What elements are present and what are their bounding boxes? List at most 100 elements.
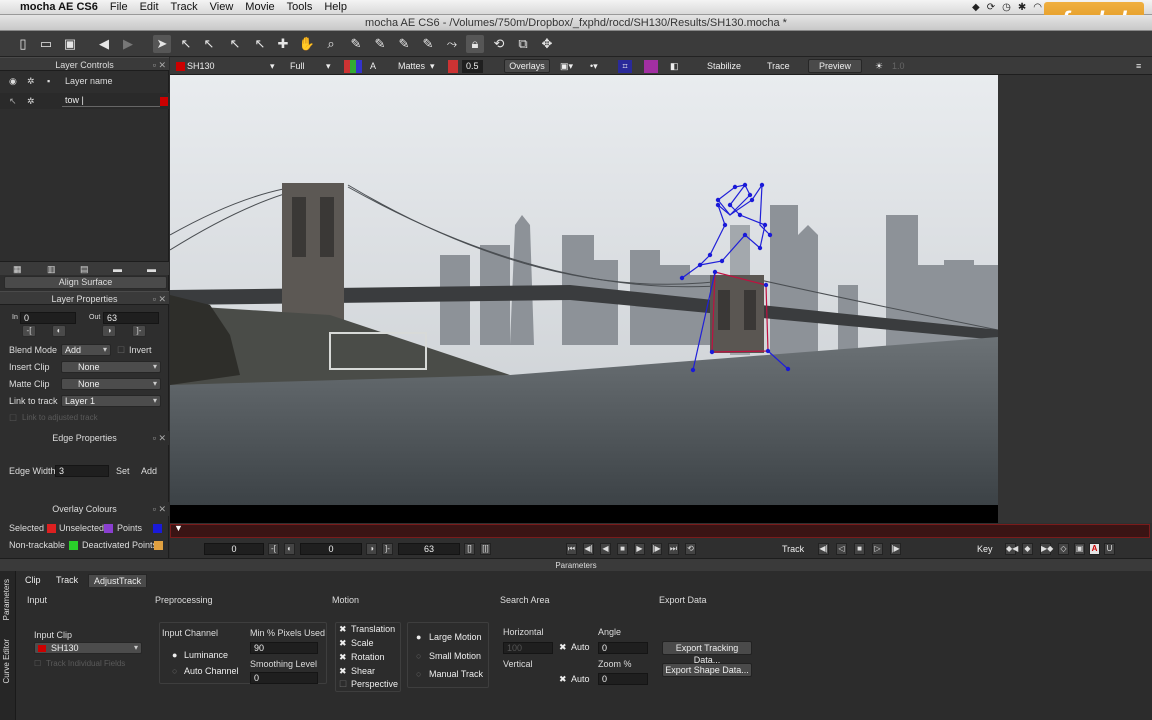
deactivated-color-swatch[interactable] — [154, 541, 163, 550]
bluetooth-icon[interactable]: ✱ — [1018, 2, 1026, 13]
overlay-options-icon[interactable]: ▣▾ — [560, 60, 573, 73]
set-in-icon[interactable]: -[ — [268, 543, 279, 555]
menu-track[interactable]: Track — [165, 1, 204, 13]
tab-clip[interactable]: Clip — [20, 574, 46, 587]
input-clip-select[interactable]: SH130 — [34, 642, 142, 654]
viewer[interactable] — [170, 75, 1152, 523]
delete-key-icon[interactable]: ◇ — [1058, 543, 1069, 555]
lock-icon[interactable]: ▪ — [47, 76, 50, 86]
invert-checkbox[interactable]: ☐ — [117, 345, 125, 356]
track-fields-checkbox[interactable]: ☐ — [34, 659, 41, 668]
min-pixels-field[interactable]: 90 — [250, 642, 318, 654]
reset-timeline-icon[interactable]: [|] — [480, 543, 491, 555]
trace-button[interactable]: Trace — [767, 60, 790, 73]
track-back-one-icon[interactable]: ◁ — [836, 543, 847, 555]
layer-name-field[interactable]: tow | — [62, 95, 160, 107]
add-bspline-tool-icon[interactable]: ✎ — [419, 35, 437, 53]
shear-checkbox[interactable]: ✖ — [339, 666, 347, 677]
dropbox-icon[interactable]: ◆ — [972, 2, 980, 13]
clip-select[interactable]: SH130 — [187, 60, 215, 73]
goto-out-button[interactable]: ◑ — [102, 325, 116, 337]
set-out-icon[interactable]: ]- — [382, 543, 393, 555]
current-frame-field[interactable]: 0 — [300, 543, 362, 555]
rotate-tool-icon[interactable]: ⟲ — [490, 35, 508, 53]
add-point-tool-icon[interactable]: ✚ — [274, 35, 292, 53]
clock-icon[interactable]: ◷ — [1002, 2, 1011, 13]
tab-parameters[interactable]: Parameters — [2, 579, 11, 620]
menu-view[interactable]: View — [204, 1, 240, 13]
in-frame-field[interactable]: 0 — [204, 543, 264, 555]
key-u-icon[interactable]: U — [1104, 543, 1115, 555]
scale-tool-icon[interactable]: ⧉ — [514, 35, 532, 53]
clip-select-arrow-icon[interactable]: ▾ — [270, 60, 275, 73]
tab-curve-editor[interactable]: Curve Editor — [2, 639, 11, 683]
zoom-tool-icon[interactable]: ⌕ — [322, 35, 340, 53]
stabilize-button[interactable]: Stabilize — [707, 60, 741, 73]
layer-options-icon[interactable]: ▬ — [113, 264, 122, 274]
matte-clip-select[interactable]: None — [61, 378, 161, 390]
vertical-auto-checkbox[interactable]: ✖ — [559, 674, 567, 685]
step-back-icon[interactable]: ◀| — [583, 543, 594, 555]
mesh-icon[interactable] — [644, 60, 658, 73]
insert-clip-select[interactable]: None — [61, 361, 161, 373]
goto-in-button[interactable]: ◐ — [52, 325, 66, 337]
app-menu[interactable]: mocha AE CS6 — [16, 1, 104, 13]
select-tool-icon[interactable]: ➤ — [153, 35, 171, 53]
lock-tool-icon[interactable]: 🔒︎ — [466, 35, 484, 53]
step-forward-icon[interactable]: |▶ — [651, 543, 662, 555]
duplicate-layer-icon[interactable]: ▤ — [80, 264, 89, 275]
rotation-checkbox[interactable]: ✖ — [339, 652, 347, 663]
point-options-icon[interactable]: •▾ — [590, 60, 598, 73]
curve-tool-icon[interactable]: ⤳ — [443, 35, 461, 53]
layer-settings-icon[interactable]: ▬ — [147, 264, 156, 274]
zoom-timeline-icon[interactable]: [] — [464, 543, 475, 555]
menu-file[interactable]: File — [104, 1, 134, 13]
select-i-tool-icon[interactable]: ↖ — [200, 35, 218, 53]
menu-help[interactable]: Help — [318, 1, 353, 13]
export-shape-button[interactable]: Export Shape Data... — [662, 663, 752, 677]
link-adjusted-checkbox[interactable]: ☐ — [9, 413, 17, 424]
open-project-icon[interactable]: ▭ — [37, 35, 55, 53]
goto-out-icon[interactable]: ◑ — [366, 543, 377, 555]
add-layer-icon[interactable]: ▦ — [13, 264, 22, 275]
playhead-icon[interactable]: ▼ — [174, 523, 183, 533]
new-project-icon[interactable]: ▯ — [14, 35, 32, 53]
auto-channel-radio[interactable]: ○ — [172, 666, 177, 676]
nontrackable-color-swatch[interactable] — [69, 541, 78, 550]
out-frame-field[interactable]: 63 — [398, 543, 460, 555]
set-out-button[interactable]: ]- — [132, 325, 146, 337]
menu-edit[interactable]: Edit — [134, 1, 165, 13]
opacity-field[interactable]: 0.5 — [462, 60, 483, 73]
tab-track[interactable]: Track — [51, 574, 83, 587]
stop-icon[interactable]: ■ — [617, 543, 628, 555]
align-surface-button[interactable]: Align Surface — [4, 276, 167, 289]
edge-width-field[interactable]: 3 — [55, 465, 109, 477]
move-tool-icon[interactable]: ✥ — [538, 35, 556, 53]
set-in-button[interactable]: -[ — [22, 325, 36, 337]
zoom-field[interactable]: 0 — [598, 673, 648, 685]
perspective-checkbox[interactable]: ☐ — [339, 679, 347, 690]
menu-movie[interactable]: Movie — [239, 1, 280, 13]
goto-start-icon[interactable]: ⏮ — [566, 543, 577, 555]
manual-track-radio[interactable]: ○ — [416, 669, 421, 679]
track-stop-icon[interactable]: ■ — [854, 543, 865, 555]
exposure-field[interactable]: 1.0 — [892, 60, 905, 73]
mattes-select[interactable]: Mattes — [398, 60, 425, 73]
goto-in-icon[interactable]: ◐ — [284, 543, 295, 555]
select-e-tool-icon[interactable]: ↖ — [226, 35, 244, 53]
add-xspline-tool-icon[interactable]: ✎ — [371, 35, 389, 53]
layer-row[interactable]: ↖ ✲ tow | — [0, 93, 169, 109]
edge-set-button[interactable]: Set — [116, 466, 130, 476]
tab-adjust-track[interactable]: AdjustTrack — [88, 574, 148, 587]
track-forward-one-icon[interactable]: ▷ — [872, 543, 883, 555]
scale-checkbox[interactable]: ✖ — [339, 638, 347, 649]
large-motion-radio[interactable]: ● — [416, 632, 421, 642]
horizontal-field[interactable]: 100 — [503, 642, 553, 654]
resolution-arrow-icon[interactable]: ▾ — [326, 60, 331, 73]
undo-icon[interactable]: ◀ — [95, 35, 113, 53]
gear-icon[interactable]: ✲ — [27, 76, 35, 87]
in-field[interactable]: 0 — [20, 312, 76, 324]
eye-icon[interactable]: ◉ — [9, 76, 17, 87]
edge-add-button[interactable]: Add — [141, 466, 157, 476]
layer-color-swatch[interactable] — [160, 97, 168, 106]
